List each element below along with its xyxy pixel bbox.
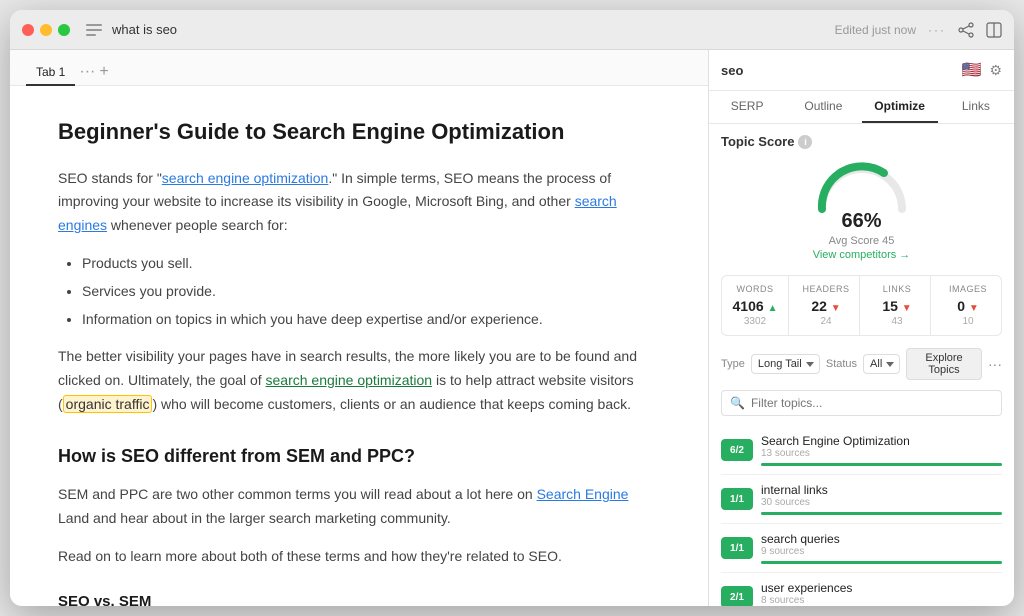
- view-competitors-link[interactable]: View competitors →: [813, 249, 911, 261]
- panel-tabs: SERP Outline Optimize Links: [709, 91, 1014, 124]
- topic-item: 1/1 internal links 30 sources: [721, 475, 1002, 524]
- topic-badge: 1/1: [721, 488, 753, 510]
- explore-topics-button[interactable]: Explore Topics: [906, 348, 982, 380]
- paragraph-4: Read on to learn more about both of thes…: [58, 545, 660, 569]
- topic-sources: 9 sources: [761, 546, 1002, 557]
- link-search-engine-land[interactable]: Search Engine: [537, 486, 629, 502]
- stat-links: LINKS 15 ▼ 43: [864, 276, 931, 335]
- tab-outline[interactable]: Outline: [785, 91, 861, 123]
- topic-bar: [761, 561, 1002, 564]
- panel-header-right: 🇺🇸 ⚙: [962, 60, 1002, 80]
- gauge-percent: 66%: [841, 210, 881, 233]
- add-tab-button[interactable]: +: [99, 63, 108, 85]
- stat-words: WORDS 4106 ▲ 3302: [722, 276, 789, 335]
- topic-score-label: Topic Score: [721, 134, 794, 149]
- gauge-avg: Avg Score 45: [829, 235, 895, 247]
- settings-icon[interactable]: ⚙: [989, 62, 1002, 79]
- stat-headers: HEADERS 22 ▼ 24: [793, 276, 860, 335]
- topic-bar: [761, 463, 1002, 466]
- filter-more-icon[interactable]: ···: [988, 356, 1002, 372]
- topic-bar: [761, 512, 1002, 515]
- gauge-container: 66% Avg Score 45 View competitors →: [721, 159, 1002, 261]
- layout-icon[interactable]: [986, 22, 1002, 38]
- topic-name[interactable]: search queries: [761, 532, 1002, 546]
- link-seo-goal[interactable]: search engine optimization: [266, 372, 433, 388]
- titlebar-left: what is seo: [78, 22, 827, 37]
- stat-images: IMAGES 0 ▼ 10: [935, 276, 1001, 335]
- close-button[interactable]: [22, 24, 34, 36]
- topic-info: user experiences 8 sources: [761, 581, 1002, 606]
- topic-sources: 8 sources: [761, 595, 1002, 606]
- paragraph-2: The better visibility your pages have in…: [58, 345, 660, 416]
- topic-sources: 13 sources: [761, 448, 1002, 459]
- status-label: Status: [826, 358, 857, 370]
- traffic-lights: [22, 24, 70, 36]
- type-label: Type: [721, 358, 745, 370]
- maximize-button[interactable]: [58, 24, 70, 36]
- filter-input-row: 🔍: [721, 390, 1002, 416]
- panel-header: seo 🇺🇸 ⚙: [709, 50, 1014, 91]
- link-search-engines[interactable]: search engines: [58, 193, 617, 233]
- tab-dots[interactable]: ···: [79, 63, 95, 85]
- titlebar-right: Edited just now ···: [835, 22, 1002, 38]
- link-search-engine-optimization[interactable]: search engine optimization: [162, 170, 329, 186]
- tab-links[interactable]: Links: [938, 91, 1014, 123]
- topic-name[interactable]: user experiences: [761, 581, 1002, 595]
- tab-serp[interactable]: SERP: [709, 91, 785, 123]
- more-options[interactable]: ···: [928, 23, 946, 37]
- topic-badge: 1/1: [721, 537, 753, 559]
- topics-list: 6/2 Search Engine Optimization 13 source…: [721, 426, 1002, 606]
- flag-icon[interactable]: 🇺🇸: [962, 60, 982, 80]
- panel-search-term: seo: [721, 63, 743, 78]
- stats-row: WORDS 4106 ▲ 3302 HEADERS 22 ▼ 24 LINKS …: [721, 275, 1002, 336]
- bullet-list: Products you sell. Services you provide.…: [82, 252, 660, 331]
- topic-name[interactable]: internal links: [761, 483, 1002, 497]
- main-content: Tab 1 ··· + Beginner's Guide to Search E…: [10, 50, 1014, 606]
- bullet-item-1: Products you sell.: [82, 252, 660, 276]
- info-icon[interactable]: i: [798, 135, 812, 149]
- type-select[interactable]: Long Tail: [751, 354, 820, 374]
- topic-badge: 6/2: [721, 439, 753, 461]
- status-select[interactable]: All: [863, 354, 900, 374]
- editor-body[interactable]: Beginner's Guide to Search Engine Optimi…: [10, 86, 708, 606]
- minimize-button[interactable]: [40, 24, 52, 36]
- bullet-item-3: Information on topics in which you have …: [82, 308, 660, 332]
- edited-status: Edited just now: [835, 23, 916, 37]
- paragraph-1: SEO stands for "search engine optimizati…: [58, 167, 660, 238]
- topic-name[interactable]: Search Engine Optimization: [761, 434, 1002, 448]
- editor-panel: Tab 1 ··· + Beginner's Guide to Search E…: [10, 50, 709, 606]
- topic-item: 1/1 search queries 9 sources: [721, 524, 1002, 573]
- app-window: what is seo Edited just now ··· Tab 1 ··…: [10, 10, 1014, 606]
- right-panel: seo 🇺🇸 ⚙ SERP Outline Optimize Links Top…: [709, 50, 1014, 606]
- bullet-item-2: Services you provide.: [82, 280, 660, 304]
- main-heading: Beginner's Guide to Search Engine Optimi…: [58, 118, 660, 147]
- document-title: what is seo: [112, 22, 177, 37]
- topic-badge: 2/1: [721, 586, 753, 606]
- filter-topics-input[interactable]: [751, 396, 993, 410]
- heading-sem-ppc: How is SEO different from SEM and PPC?: [58, 441, 660, 472]
- topic-info: internal links 30 sources: [761, 483, 1002, 515]
- heading-seo-vs-sem: SEO vs. SEM: [58, 589, 660, 606]
- panel-body: Topic Score i 66% Avg Score 45 View comp…: [709, 124, 1014, 606]
- search-icon: 🔍: [730, 396, 745, 410]
- filter-row: Type Long Tail Status All Explore Topics…: [721, 348, 1002, 380]
- tab-1[interactable]: Tab 1: [26, 59, 75, 85]
- topic-sources: 30 sources: [761, 497, 1002, 508]
- topic-info: search queries 9 sources: [761, 532, 1002, 564]
- share-icon[interactable]: [958, 22, 974, 38]
- topic-item: 2/1 user experiences 8 sources: [721, 573, 1002, 606]
- topic-item: 6/2 Search Engine Optimization 13 source…: [721, 426, 1002, 475]
- topic-info: Search Engine Optimization 13 sources: [761, 434, 1002, 466]
- topic-score-header: Topic Score i: [721, 134, 1002, 149]
- highlight-organic-traffic: organic traffic: [63, 395, 153, 413]
- tab-optimize[interactable]: Optimize: [862, 91, 938, 123]
- paragraph-3: SEM and PPC are two other common terms y…: [58, 483, 660, 531]
- gauge-chart: [812, 159, 912, 214]
- titlebar: what is seo Edited just now ···: [10, 10, 1014, 50]
- sidebar-toggle[interactable]: [86, 24, 102, 36]
- editor-tabs: Tab 1 ··· +: [10, 50, 708, 86]
